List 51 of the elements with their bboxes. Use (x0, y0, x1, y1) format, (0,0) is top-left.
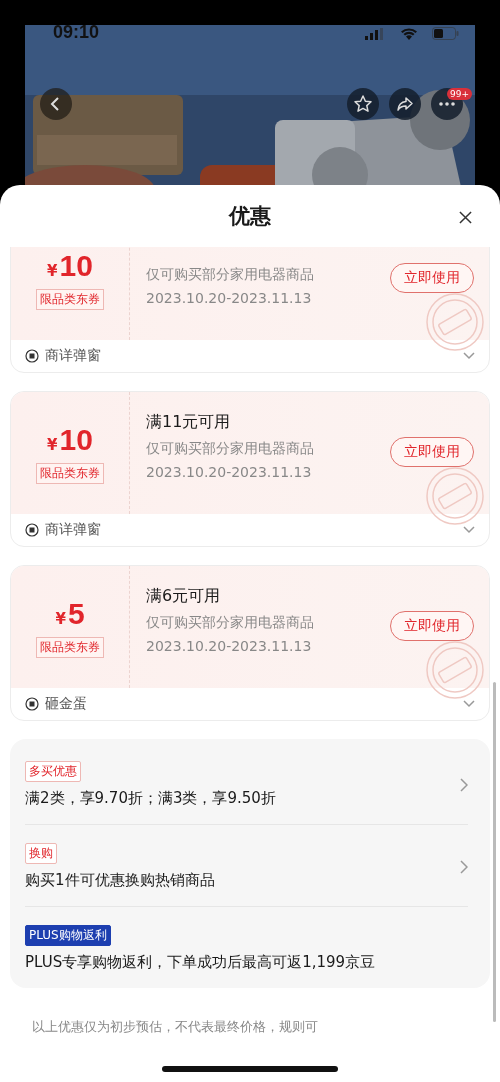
battery-icon (432, 27, 459, 40)
chevron-right-icon[interactable] (460, 859, 468, 874)
chevron-down-icon[interactable] (463, 526, 475, 534)
status-time: 09:10 (53, 22, 100, 43)
coupon-condition: 满11元可用 (146, 412, 231, 431)
offer-tag: PLUS购物返利 (25, 925, 111, 946)
coupon-validity: 2023.10.20-2023.11.13 (146, 464, 313, 480)
coupon-source: 砸金蛋 (45, 695, 88, 713)
currency-sign: ¥ (55, 609, 66, 628)
coupon-validity: 2023.10.20-2023.11.13 (146, 638, 313, 654)
stamp-icon (425, 640, 485, 700)
share-icon (395, 94, 415, 114)
offer-tag: 多买优惠 (25, 761, 81, 782)
record-icon (25, 349, 39, 363)
offer-tag: 换购 (25, 843, 57, 864)
wifi-icon (400, 27, 418, 40)
currency-sign: ¥ (47, 261, 58, 280)
coupon-amount: 10 (59, 248, 93, 283)
coupon-source: 商详弹窗 (45, 521, 102, 539)
chevron-down-icon[interactable] (463, 352, 475, 360)
close-button[interactable] (457, 209, 474, 226)
coupon-amount: 5 (67, 596, 85, 631)
notification-badge: 99+ (447, 88, 472, 100)
offer-description: PLUS专享购物返利，下单成功后最高可返1,199京豆 (25, 953, 376, 972)
coupon-scope: 仅可购买部分家用电器商品 (146, 266, 314, 284)
signal-icon (365, 28, 383, 40)
coupon-tag: 限品类东券 (36, 462, 104, 484)
coupon-validity: 2023.10.20-2023.11.13 (146, 290, 313, 306)
star-icon (353, 94, 373, 114)
offer-description: 满2类，享9.70折；满3类，享9.50折 (25, 789, 276, 808)
chevron-down-icon[interactable] (463, 700, 475, 708)
coupon-tag: 限品类东券 (36, 288, 104, 310)
disclaimer-text: 以上优惠仅为初步预估，不代表最终价格，规则可 (32, 1018, 319, 1036)
coupon-tag: 限品类东券 (36, 636, 104, 658)
use-now-button[interactable]: 立即使用 (390, 263, 474, 293)
coupon-source: 商详弹窗 (45, 347, 102, 365)
use-now-button[interactable]: 立即使用 (390, 611, 474, 641)
chevron-right-icon[interactable] (460, 777, 468, 792)
record-icon (25, 697, 39, 711)
coupon-condition: 满6元可用 (146, 586, 221, 605)
currency-sign: ¥ (47, 435, 58, 454)
offer-description: 购买1件可优惠换购热销商品 (25, 871, 215, 890)
coupon-scope: 仅可购买部分家用电器商品 (146, 614, 314, 632)
coupon-amount: 10 (59, 422, 93, 457)
stamp-icon (425, 292, 485, 352)
stamp-icon (425, 466, 485, 526)
record-icon (25, 523, 39, 537)
more-icon (439, 102, 455, 106)
coupon-scope: 仅可购买部分家用电器商品 (146, 440, 314, 458)
sheet-title: 优惠 (229, 203, 271, 230)
use-now-button[interactable]: 立即使用 (390, 437, 474, 467)
